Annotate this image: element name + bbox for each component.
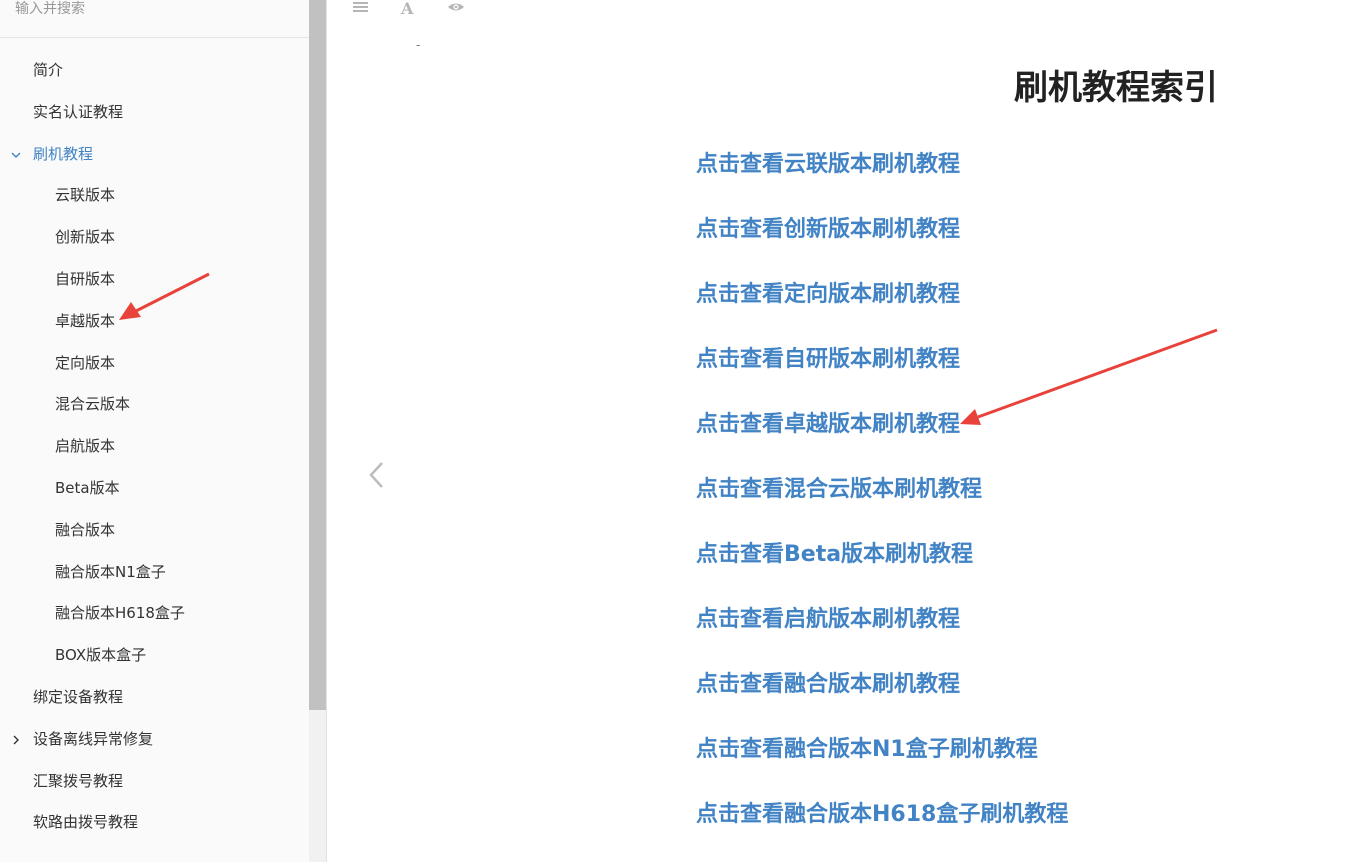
sidebar-item-label: 定向版本	[55, 353, 116, 372]
sidebar-item-qihang[interactable]: 启航版本	[0, 426, 309, 468]
sidebar-item-label: 绑定设备教程	[33, 687, 124, 706]
sidebar-item-label: 汇聚拨号教程	[33, 771, 124, 790]
sidebar-item-chuangxin[interactable]: 创新版本	[0, 217, 309, 259]
chevron-right-icon[interactable]	[10, 734, 22, 746]
sidebar-item-label: 云联版本	[55, 186, 116, 205]
sidebar-item-ronghe[interactable]: 融合版本	[0, 510, 309, 552]
list-item: 点击查看定向版本刷机教程	[696, 275, 1068, 340]
eye-icon[interactable]	[447, 0, 465, 16]
chevron-down-icon[interactable]	[10, 149, 22, 161]
sidebar-item-label: 自研版本	[55, 269, 116, 288]
sidebar-item-softrouter-dial[interactable]: 软路由拨号教程	[0, 802, 309, 844]
sidebar-item-label: 卓越版本	[55, 311, 116, 330]
list-item: 点击查看卓越版本刷机教程	[696, 405, 1068, 470]
sidebar-item-aggregate-dial[interactable]: 汇聚拨号教程	[0, 761, 309, 803]
svg-text:A: A	[400, 0, 414, 16]
link-chuangxin[interactable]: 点击查看创新版本刷机教程	[696, 217, 960, 242]
sidebar-item-offline-repair[interactable]: 设备离线异常修复	[0, 719, 309, 761]
search-input[interactable]	[8, 0, 309, 24]
sidebar-item-label: 简介	[33, 61, 64, 79]
sidebar-item-flash-tutorial[interactable]: 刷机教程	[0, 134, 309, 176]
sidebar-item-beta[interactable]: Beta版本	[0, 468, 309, 510]
sidebar-item-box[interactable]: BOX版本盒子	[0, 635, 309, 677]
sidebar-item-label: 创新版本	[55, 228, 116, 247]
link-yunlian[interactable]: 点击查看云联版本刷机教程	[696, 152, 960, 177]
sidebar-item-ziyan[interactable]: 自研版本	[0, 259, 309, 301]
sidebar-item-label: 融合版本H618盒子	[55, 604, 185, 623]
link-beta[interactable]: 点击查看Beta版本刷机教程	[696, 542, 973, 567]
sidebar-item-label: 实名认证教程	[33, 102, 124, 121]
list-item: 点击查看融合版本H618盒子刷机教程	[696, 795, 1068, 860]
sidebar-item-label: 设备离线异常修复	[33, 729, 154, 748]
sidebar-nav: 简介 实名认证教程 刷机教程 云联版本 创新版本 自研版本 卓越版本 定向版本 …	[0, 50, 309, 844]
list-item: 点击查看混合云版本刷机教程	[696, 470, 1068, 535]
tutorial-link-list: 点击查看云联版本刷机教程 点击查看创新版本刷机教程 点击查看定向版本刷机教程 点…	[696, 145, 1068, 860]
list-item: 点击查看自研版本刷机教程	[696, 340, 1068, 405]
link-ronghe-h618[interactable]: 点击查看融合版本H618盒子刷机教程	[696, 802, 1068, 827]
sidebar-item-label: 软路由拨号教程	[33, 813, 139, 832]
sidebar-item-label: Beta版本	[55, 478, 120, 497]
sidebar-divider	[326, 0, 327, 862]
sidebar-item-ronghe-h618[interactable]: 融合版本H618盒子	[0, 593, 309, 635]
list-item: 点击查看云联版本刷机教程	[696, 145, 1068, 210]
sidebar-item-dingxiang[interactable]: 定向版本	[0, 343, 309, 385]
sidebar-item-label: 融合版本	[55, 520, 116, 539]
list-item: 点击查看Beta版本刷机教程	[696, 535, 1068, 600]
link-zhuoyue[interactable]: 点击查看卓越版本刷机教程	[696, 412, 960, 437]
font-icon[interactable]: A	[399, 0, 417, 16]
page-title: 刷机教程索引	[1014, 68, 1218, 108]
sidebar-item-label: BOX版本盒子	[55, 646, 147, 665]
sidebar-item-zhuoyue[interactable]: 卓越版本	[0, 301, 309, 343]
sidebar-item-intro[interactable]: 简介	[0, 50, 309, 92]
chevron-left-icon[interactable]	[365, 458, 389, 492]
sidebar-item-label: 启航版本	[55, 437, 116, 456]
sidebar-item-yunlian[interactable]: 云联版本	[0, 175, 309, 217]
link-ronghe[interactable]: 点击查看融合版本刷机教程	[696, 672, 960, 697]
sidebar-item-label: 混合云版本	[55, 395, 131, 414]
sidebar-item-ronghe-n1[interactable]: 融合版本N1盒子	[0, 552, 309, 594]
link-dingxiang[interactable]: 点击查看定向版本刷机教程	[696, 282, 960, 307]
list-item: 点击查看融合版本刷机教程	[696, 665, 1068, 730]
sidebar-item-hunheyun[interactable]: 混合云版本	[0, 384, 309, 426]
link-ziyan[interactable]: 点击查看自研版本刷机教程	[696, 347, 960, 372]
sidebar-item-label: 刷机教程	[33, 144, 94, 163]
toolbar-dash: -	[416, 38, 421, 52]
link-qihang[interactable]: 点击查看启航版本刷机教程	[696, 607, 960, 632]
sidebar: 简介 实名认证教程 刷机教程 云联版本 创新版本 自研版本 卓越版本 定向版本 …	[0, 0, 309, 862]
sidebar-scrollbar-thumb[interactable]	[309, 0, 326, 710]
sidebar-item-bind-device[interactable]: 绑定设备教程	[0, 677, 309, 719]
link-ronghe-n1[interactable]: 点击查看融合版本N1盒子刷机教程	[696, 737, 1038, 762]
link-hunheyun[interactable]: 点击查看混合云版本刷机教程	[696, 477, 982, 502]
sidebar-item-realname[interactable]: 实名认证教程	[0, 92, 309, 134]
sidebar-item-label: 融合版本N1盒子	[55, 562, 166, 581]
list-item: 点击查看融合版本N1盒子刷机教程	[696, 730, 1068, 795]
list-item: 点击查看创新版本刷机教程	[696, 210, 1068, 275]
list-icon[interactable]	[352, 0, 370, 16]
search-bar	[0, 0, 309, 38]
list-item: 点击查看启航版本刷机教程	[696, 600, 1068, 665]
